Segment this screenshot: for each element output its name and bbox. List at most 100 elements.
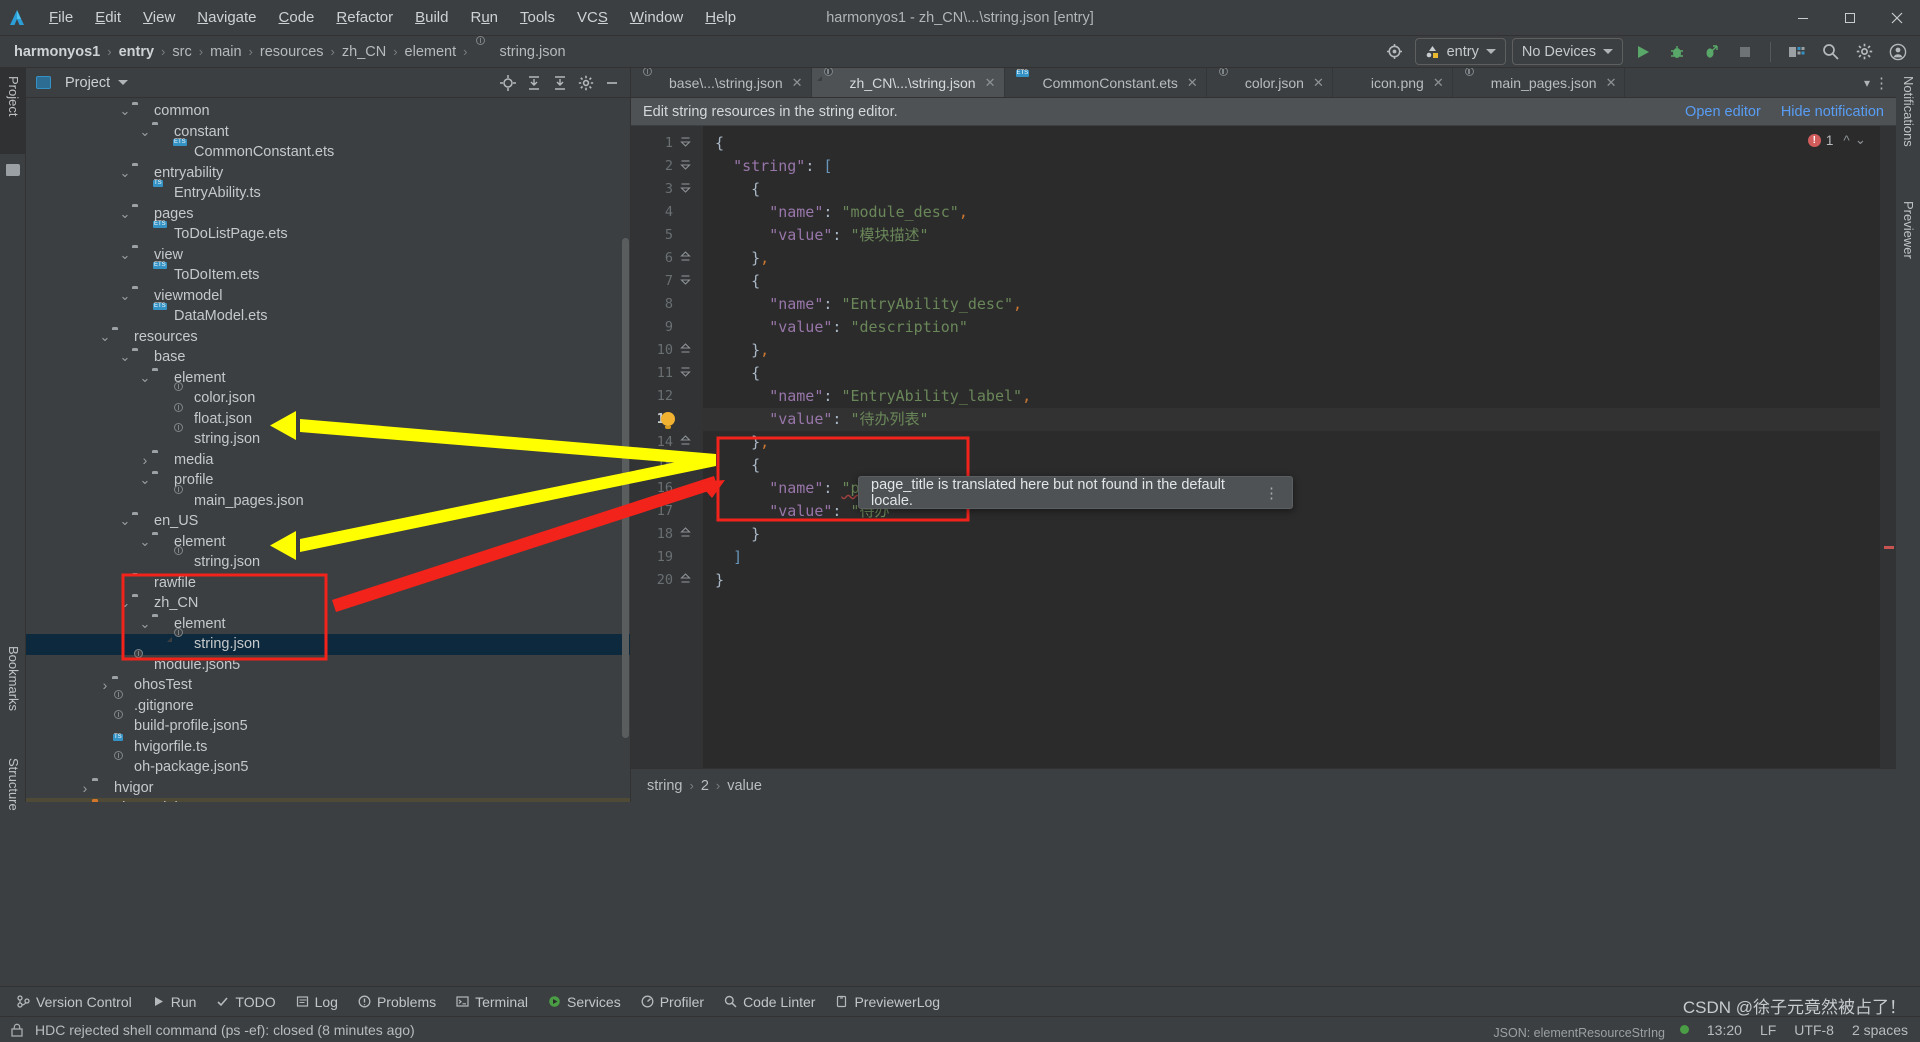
menu-code[interactable]: Code	[268, 5, 326, 30]
fold-end-icon[interactable]	[680, 431, 691, 445]
chevron-down-icon[interactable]: ⌄	[138, 371, 152, 384]
tree-node-element[interactable]: ⌄ element	[26, 368, 630, 389]
project-panel-actions[interactable]	[496, 71, 624, 95]
structure-crumb-index[interactable]: 2	[701, 778, 709, 794]
debug-icon[interactable]	[1663, 39, 1691, 65]
status-encoding[interactable]: UTF-8	[1794, 1022, 1834, 1038]
bottom-tool-bar[interactable]: Version Control Run TODO Log Problems Termina…	[0, 986, 1920, 1016]
tree-node-string-json[interactable]: string.json	[26, 628, 630, 655]
breadcrumb-element[interactable]: element	[405, 44, 457, 60]
target-icon[interactable]	[1381, 39, 1409, 65]
window-controls[interactable]	[1779, 0, 1920, 36]
warning-marker[interactable]	[1884, 546, 1894, 549]
fold-end-icon[interactable]	[680, 247, 691, 261]
tree-node-view[interactable]: ⌄ view	[26, 245, 630, 266]
sidebar-item-project[interactable]: Project	[0, 68, 26, 154]
menu-bar[interactable]: File Edit View Navigate Code Refactor Bu…	[38, 5, 747, 30]
hide-notification-link[interactable]: Hide notification	[1781, 104, 1884, 120]
sidebar-item-notifications[interactable]: Notifications	[1895, 68, 1920, 184]
code-line[interactable]: }	[703, 569, 1896, 592]
breadcrumb-resources[interactable]: resources	[260, 44, 324, 60]
chevron-down-icon[interactable]: ⌄	[98, 330, 112, 343]
editor-tab-zh-cn-string-json[interactable]: zh_CN\...\string.json ✕	[811, 68, 1005, 97]
bottom-tab-todo[interactable]: TODO	[207, 991, 284, 1013]
status-indent[interactable]: 2 spaces	[1852, 1022, 1908, 1038]
editor-tab-commonconstant-ets[interactable]: ETS CommonConstant.ets ✕	[1005, 68, 1207, 97]
code-line[interactable]: {	[703, 178, 1896, 201]
tree-node-common[interactable]: ⌄ common	[26, 101, 630, 122]
fold-collapse-icon[interactable]	[680, 270, 691, 285]
tree-node-main-pages-json[interactable]: main_pages.json	[26, 484, 630, 512]
menu-help[interactable]: Help	[694, 5, 747, 30]
navbar-actions[interactable]: entry No Devices	[1381, 38, 1912, 65]
chevron-up-icon[interactable]: ^	[1843, 133, 1849, 148]
project-tree[interactable]: ⌄ common ⌄ constant ETS CommonConstant.ets ⌄ en…	[26, 99, 630, 802]
code-line[interactable]: {	[703, 454, 1896, 477]
account-icon[interactable]	[1884, 39, 1912, 65]
notification-actions[interactable]: Open editor Hide notification	[1685, 104, 1884, 120]
tree-node-string-json[interactable]: string.json	[26, 423, 630, 450]
breadcrumb-module[interactable]: entry	[119, 44, 154, 60]
menu-file[interactable]: File	[38, 5, 84, 30]
code-line[interactable]: "value": "description"	[703, 316, 1896, 339]
tree-node-hvigor[interactable]: › hvigor	[26, 778, 630, 799]
bottom-tab-services[interactable]: Services	[539, 991, 630, 1013]
fold-collapse-icon[interactable]	[680, 362, 691, 377]
code-line[interactable]: {	[703, 132, 1896, 155]
menu-build[interactable]: Build	[404, 5, 459, 30]
tree-node-entryability-ts[interactable]: TS EntryAbility.ts	[26, 180, 630, 204]
code-line[interactable]: ]	[703, 546, 1896, 569]
chevron-down-icon[interactable]: ⌄	[118, 350, 132, 363]
profile-run-icon[interactable]	[1697, 39, 1725, 65]
status-line-separator[interactable]: LF	[1760, 1022, 1776, 1038]
settings-icon[interactable]	[574, 71, 598, 95]
tree-node-element[interactable]: ⌄ element	[26, 614, 630, 635]
bottom-tab-profiler[interactable]: Profiler	[632, 991, 713, 1013]
fold-end-icon[interactable]	[680, 339, 691, 353]
chevron-right-icon[interactable]: ›	[98, 677, 112, 693]
editor-structure-breadcrumb[interactable]: string › 2 › value	[631, 768, 1896, 802]
bottom-tab-previewerlog[interactable]: PreviewerLog	[826, 991, 949, 1013]
sidebar-item-previewer[interactable]: Previewer	[1895, 193, 1920, 289]
close-button[interactable]	[1873, 0, 1920, 36]
tree-node-oh-modules[interactable]: › oh_modules	[26, 798, 630, 802]
tree-node-en-us[interactable]: ⌄ en_US	[26, 511, 630, 532]
tree-node-zh-cn[interactable]: ⌄ zh_CN	[26, 593, 630, 614]
chevron-down-icon[interactable]: ⌄	[138, 473, 152, 486]
tree-node-float-json[interactable]: float.json	[26, 402, 630, 430]
tree-node-constant[interactable]: ⌄ constant	[26, 122, 630, 143]
fold-collapse-icon[interactable]	[680, 178, 691, 193]
chevron-down-icon[interactable]: ⌄	[118, 514, 132, 527]
chevron-down-icon[interactable]: ⌄	[118, 207, 132, 220]
structure-crumb-value[interactable]: value	[727, 778, 762, 794]
stop-icon[interactable]	[1731, 39, 1759, 65]
close-tab-icon[interactable]: ✕	[1433, 75, 1444, 91]
fold-collapse-icon[interactable]	[680, 132, 691, 147]
code-line[interactable]: "name": "EntryAbility_label",	[703, 385, 1896, 408]
tree-node-profile[interactable]: ⌄ profile	[26, 470, 630, 491]
chevron-down-icon[interactable]	[118, 80, 129, 85]
collapse-all-icon[interactable]	[548, 71, 572, 95]
chevron-down-icon[interactable]: ⌄	[118, 248, 132, 261]
code-line[interactable]: {	[703, 270, 1896, 293]
chevron-down-icon[interactable]: ⌄	[118, 596, 132, 609]
sidebar-item-bookmarks[interactable]: Bookmarks	[0, 638, 26, 744]
device-selector[interactable]: No Devices	[1511, 38, 1623, 65]
search-icon[interactable]	[1816, 39, 1844, 65]
inspection-status[interactable]: ! 1 ^ ⌄	[1807, 132, 1866, 148]
tree-node-media[interactable]: › media	[26, 450, 630, 471]
chevron-down-icon[interactable]: ⌄	[118, 166, 132, 179]
minimize-button[interactable]	[1779, 0, 1826, 36]
chevron-down-icon[interactable]: ⌄	[138, 535, 152, 548]
tree-node-color-json[interactable]: color.json	[26, 382, 630, 409]
structure-crumb-string[interactable]: string	[647, 778, 682, 794]
fold-collapse-icon[interactable]	[680, 155, 691, 170]
code-line[interactable]: },	[703, 431, 1896, 454]
chevron-down-icon[interactable]: ⌄	[118, 104, 132, 117]
menu-navigate[interactable]: Navigate	[186, 5, 267, 30]
breadcrumb-project[interactable]: harmonyos1	[14, 44, 100, 60]
maximize-button[interactable]	[1826, 0, 1873, 36]
fold-end-icon[interactable]	[680, 569, 691, 583]
tree-node-datamodel-ets[interactable]: ETS DataModel.ets	[26, 303, 630, 327]
run-configuration-selector[interactable]: entry	[1414, 38, 1506, 65]
